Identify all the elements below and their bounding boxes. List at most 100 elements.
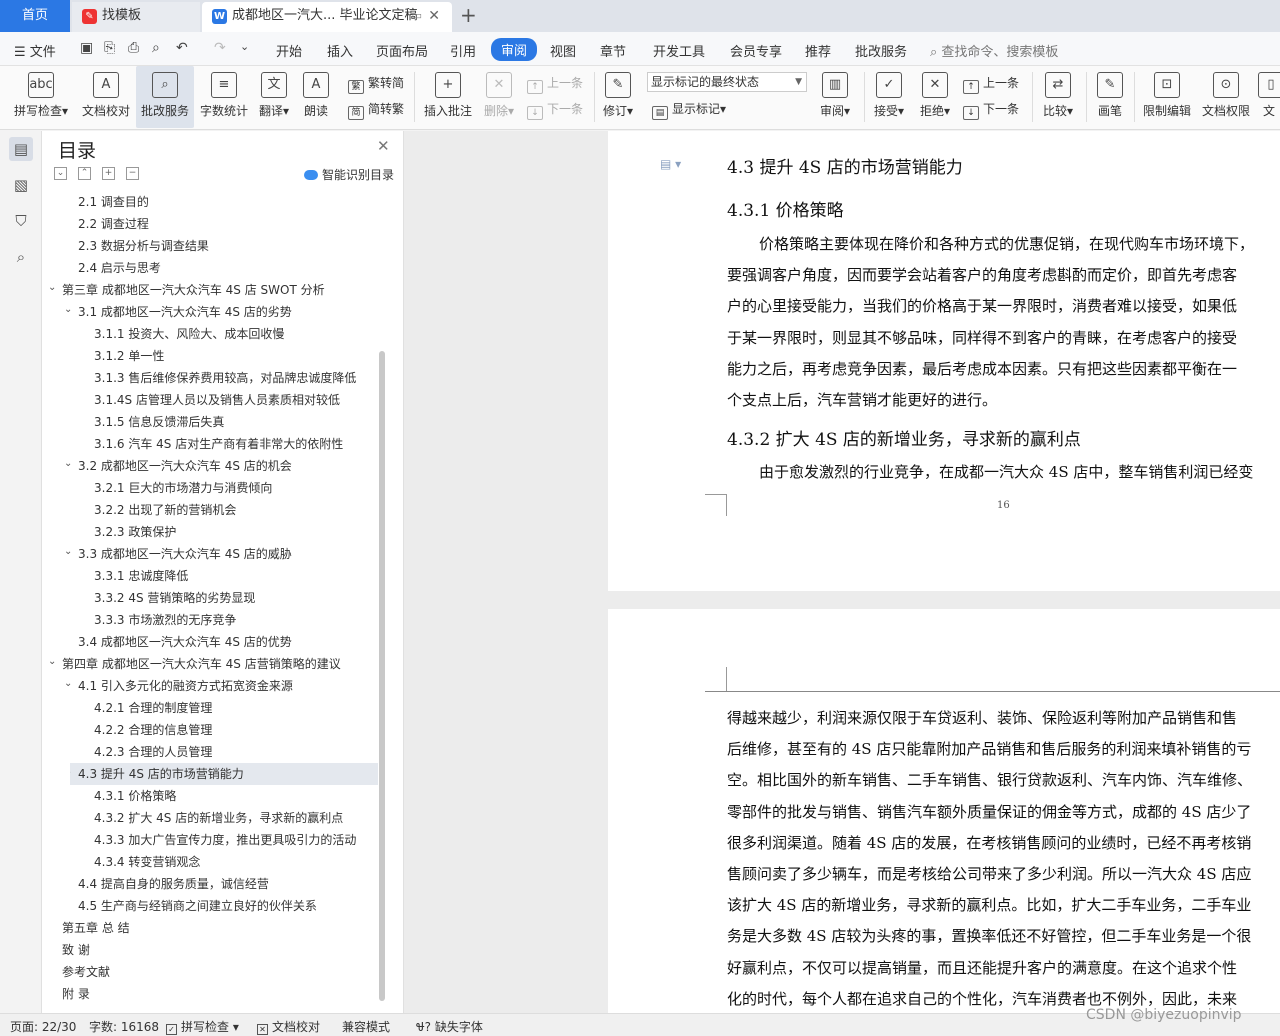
- toc-item[interactable]: ⌄ 第三章 成都地区一汽大众汽车 4S 店 SWOT 分析: [42, 279, 378, 301]
- redo-icon[interactable]: ↷: [214, 40, 226, 56]
- doc-proof-status[interactable]: ✕ 文档校对: [257, 1018, 320, 1035]
- close-tab-icon[interactable]: ✕: [428, 2, 440, 30]
- reject-button[interactable]: ✕ 拒绝▾: [916, 66, 954, 128]
- toc-item[interactable]: 3.2.2 出现了新的营销机会: [42, 499, 378, 521]
- toc-item[interactable]: ⌄ 4.3 提升 4S 店的市场营销能力: [70, 763, 378, 785]
- menu-devtools[interactable]: 开发工具: [653, 41, 705, 60]
- toc-item[interactable]: 3.1.2 单一性: [42, 345, 378, 367]
- toc-item[interactable]: 3.2.3 政策保护: [42, 521, 378, 543]
- toc-item[interactable]: 4.4 提高自身的服务质量，诚信经营: [42, 873, 378, 895]
- search-icon[interactable]: ⌕: [9, 245, 33, 269]
- prev-comment-button[interactable]: ↑ 上一条: [527, 74, 583, 94]
- menu-insert[interactable]: 插入: [327, 41, 353, 60]
- document-page[interactable]: 得越来越少，利润来源仅限于车贷返利、装饰、保险返利等附加产品销售和售 后维修，甚至…: [608, 609, 1280, 1013]
- chevron-down-icon[interactable]: ⌄: [48, 279, 58, 299]
- delete-comment-button[interactable]: ✕ 删除▾: [480, 66, 518, 128]
- print-icon[interactable]: ⎙: [128, 40, 139, 56]
- toc-item[interactable]: 2.3 数据分析与调查结果: [42, 235, 378, 257]
- document-page[interactable]: ▤ ▾ 4.3 提升 4S 店的市场营销能力 4.3.1 价格策略 价格策略主要…: [608, 131, 1280, 591]
- toc-item[interactable]: 3.1.1 投资大、风险大、成本回收慢: [42, 323, 378, 345]
- doc-rights-button[interactable]: ⊙ 文档权限: [1198, 66, 1254, 128]
- chevron-down-icon[interactable]: ⌄: [64, 543, 74, 563]
- chapter-nav-icon[interactable]: ▧: [9, 173, 33, 197]
- toc-item[interactable]: ⌄ 3.1 成都地区一汽大众汽车 4S 店的劣势: [42, 301, 378, 323]
- chevron-down-icon[interactable]: ⌄: [70, 763, 74, 783]
- review-pane-button[interactable]: ▥ 审阅▾: [816, 66, 854, 128]
- chevron-down-icon[interactable]: ⌄: [64, 301, 74, 321]
- word-count-button[interactable]: ≡ 字数统计: [198, 66, 250, 128]
- pen-button[interactable]: ✎ 画笔: [1094, 66, 1126, 128]
- toc-item[interactable]: 致 谢: [42, 939, 378, 961]
- close-icon[interactable]: ✕: [377, 137, 390, 155]
- show-markup-button[interactable]: ▤ 显示标记▾: [652, 100, 726, 120]
- restrict-edit-button[interactable]: ⊡ 限制编辑: [1140, 66, 1194, 128]
- smart-toc-button[interactable]: 智能识别目录: [304, 166, 394, 183]
- toc-item[interactable]: 2.1 调查目的: [42, 191, 378, 213]
- toc-item[interactable]: 3.1.4S 店管理人员以及销售人员素质相对较低: [42, 389, 378, 411]
- toc-item[interactable]: 3.3.3 市场激烈的无序竞争: [42, 609, 378, 631]
- menu-layout[interactable]: 页面布局: [376, 41, 428, 60]
- toc-item[interactable]: ⌄ 3.2 成都地区一汽大众汽车 4S 店的机会: [42, 455, 378, 477]
- toc-item[interactable]: 参考文献: [42, 961, 378, 983]
- menu-references[interactable]: 引用: [450, 41, 476, 60]
- toc-item[interactable]: 4.3.4 转变营销观念: [42, 851, 378, 873]
- toc-item[interactable]: 3.4 成都地区一汽大众汽车 4S 店的优势: [42, 631, 378, 653]
- menu-member[interactable]: 会员专享: [730, 41, 782, 60]
- review-service-button[interactable]: ⌕ 批改服务: [136, 66, 194, 128]
- export-pdf-icon[interactable]: ⎘: [104, 40, 115, 56]
- page-indicator[interactable]: 页面: 22/30: [10, 1018, 76, 1035]
- read-aloud-button[interactable]: A 朗读: [300, 66, 332, 128]
- toc-item[interactable]: 4.3.2 扩大 4S 店的新增业务，寻求新的赢利点: [42, 807, 378, 829]
- file-menu[interactable]: ☰ 文件: [14, 41, 56, 60]
- toc-item[interactable]: 4.3.3 加大广告宣传力度，推出更具吸引力的活动: [42, 829, 378, 851]
- menu-start[interactable]: 开始: [276, 41, 302, 60]
- tab-template[interactable]: ✎ 找模板: [72, 2, 200, 32]
- toc-item[interactable]: ⌄ 4.1 引入多元化的融资方式拓宽资金来源: [42, 675, 378, 697]
- save-icon[interactable]: ▣: [80, 40, 93, 56]
- menu-chapter[interactable]: 章节: [600, 41, 626, 60]
- trad-to-simp-button[interactable]: 繁繁转简: [348, 74, 404, 94]
- toc-scrollbar[interactable]: [379, 351, 385, 1001]
- toc-item[interactable]: ⌄ 第四章 成都地区一汽大众汽车 4S 店营销策略的建议: [42, 653, 378, 675]
- chevron-down-icon[interactable]: ⌄: [64, 455, 74, 475]
- print-preview-icon[interactable]: ⌕: [152, 40, 160, 56]
- collapse-all-icon[interactable]: ⌄: [54, 167, 67, 180]
- toc-item[interactable]: 3.1.3 售后维修保养费用较高，对品牌忠诚度降低: [42, 367, 378, 389]
- toc-item[interactable]: 2.4 启示与思考: [42, 257, 378, 279]
- toc-item[interactable]: 附 录: [42, 983, 378, 1005]
- doc-proof-button[interactable]: A 文档校对: [80, 66, 132, 128]
- track-changes-button[interactable]: ✎ 修订▾: [600, 66, 636, 128]
- tab-home[interactable]: 首页: [0, 0, 70, 32]
- toc-item[interactable]: 2.2 调查过程: [42, 213, 378, 235]
- word-count-indicator[interactable]: 字数: 16168: [89, 1018, 159, 1035]
- chevron-down-icon[interactable]: ⌄: [240, 40, 249, 53]
- insert-comment-button[interactable]: + 插入批注: [422, 66, 474, 128]
- toc-item[interactable]: 3.1.6 汽车 4S 店对生产商有着非常大的依附性: [42, 433, 378, 455]
- prev-change-button[interactable]: ↑ 上一条: [963, 74, 1019, 94]
- toc-item[interactable]: 4.3.1 价格策略: [42, 785, 378, 807]
- toc-item[interactable]: 3.3.2 4S 营销策略的劣势显现: [42, 587, 378, 609]
- command-search[interactable]: ⌕ 查找命令、搜索模板: [930, 41, 1058, 60]
- menu-correction[interactable]: 批改服务: [855, 41, 907, 60]
- markup-state-select[interactable]: 显示标记的最终状态 ▼: [647, 72, 807, 92]
- menu-view[interactable]: 视图: [550, 41, 576, 60]
- missing-font-status[interactable]: Ꮰ? 缺失字体: [416, 1018, 483, 1035]
- toc-item[interactable]: ⌄ 3.3 成都地区一汽大众汽车 4S 店的威胁: [42, 543, 378, 565]
- compare-button[interactable]: ⇄ 比较▾: [1038, 66, 1078, 128]
- accept-button[interactable]: ✓ 接受▾: [870, 66, 908, 128]
- minus-icon[interactable]: −: [126, 167, 139, 180]
- new-tab-icon[interactable]: +: [460, 3, 477, 27]
- menu-recommend[interactable]: 推荐: [805, 41, 831, 60]
- simp-to-trad-button[interactable]: 简简转繁: [348, 100, 404, 120]
- expand-up-icon[interactable]: ⌃: [78, 167, 91, 180]
- translate-button[interactable]: 文 翻译▾: [256, 66, 292, 128]
- toc-item[interactable]: 第五章 总 结: [42, 917, 378, 939]
- chevron-down-icon[interactable]: ⌄: [64, 675, 74, 695]
- tab-document[interactable]: W 成都地区一汽大... 毕业论文定稿 ▭ ✕: [202, 2, 452, 32]
- spellcheck-status[interactable]: ✓ 拼写检查 ▾: [166, 1018, 239, 1035]
- toc-item[interactable]: 4.2.1 合理的制度管理: [42, 697, 378, 719]
- next-comment-button[interactable]: ↓ 下一条: [527, 100, 583, 120]
- doc-more-button[interactable]: ▯ 文: [1258, 66, 1280, 128]
- monitor-icon[interactable]: ▭: [412, 2, 422, 30]
- spellcheck-button[interactable]: abc 拼写检查▾: [10, 66, 72, 128]
